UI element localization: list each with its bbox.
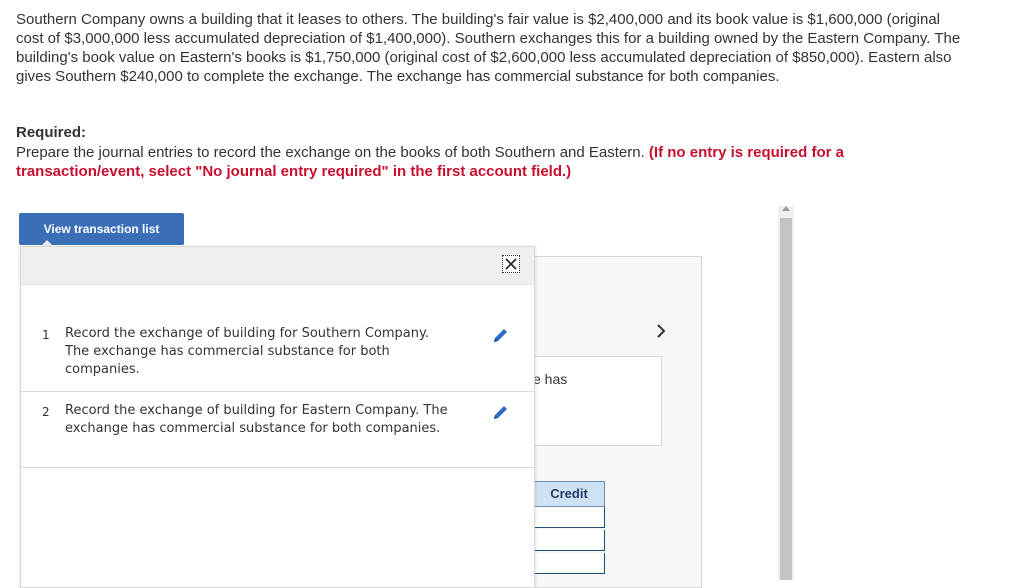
scroll-up-arrow-icon[interactable] (782, 206, 790, 211)
scrollbar-thumb[interactable] (780, 218, 792, 580)
transaction-description: Record the exchange of building for Sout… (65, 326, 429, 377)
credit-input[interactable] (533, 530, 605, 551)
transaction-number: 2 (42, 405, 50, 419)
credit-input[interactable] (533, 553, 605, 574)
chevron-right-icon[interactable] (654, 322, 672, 340)
edit-pencil-icon[interactable] (491, 404, 509, 422)
transaction-row: 2 Record the exchange of building for Ea… (21, 391, 534, 468)
popup-header (21, 247, 534, 285)
transaction-row: 1 Record the exchange of building for So… (21, 284, 534, 392)
transaction-list-popup: 1 Record the exchange of building for So… (20, 246, 535, 588)
close-icon[interactable] (502, 255, 520, 273)
problem-statement: Southern Company owns a building that it… (16, 11, 961, 85)
transaction-description: Record the exchange of building for East… (65, 403, 448, 436)
credit-input[interactable] (533, 507, 605, 528)
required-text: Prepare the journal entries to record th… (16, 144, 645, 161)
required-instructions: Prepare the journal entries to record th… (16, 143, 976, 181)
transaction-number: 1 (42, 328, 50, 342)
required-heading: Required: (16, 124, 87, 141)
credit-column-header: Credit (533, 481, 605, 507)
worksheet-partial-text: e has (533, 371, 568, 387)
edit-pencil-icon[interactable] (491, 327, 509, 345)
